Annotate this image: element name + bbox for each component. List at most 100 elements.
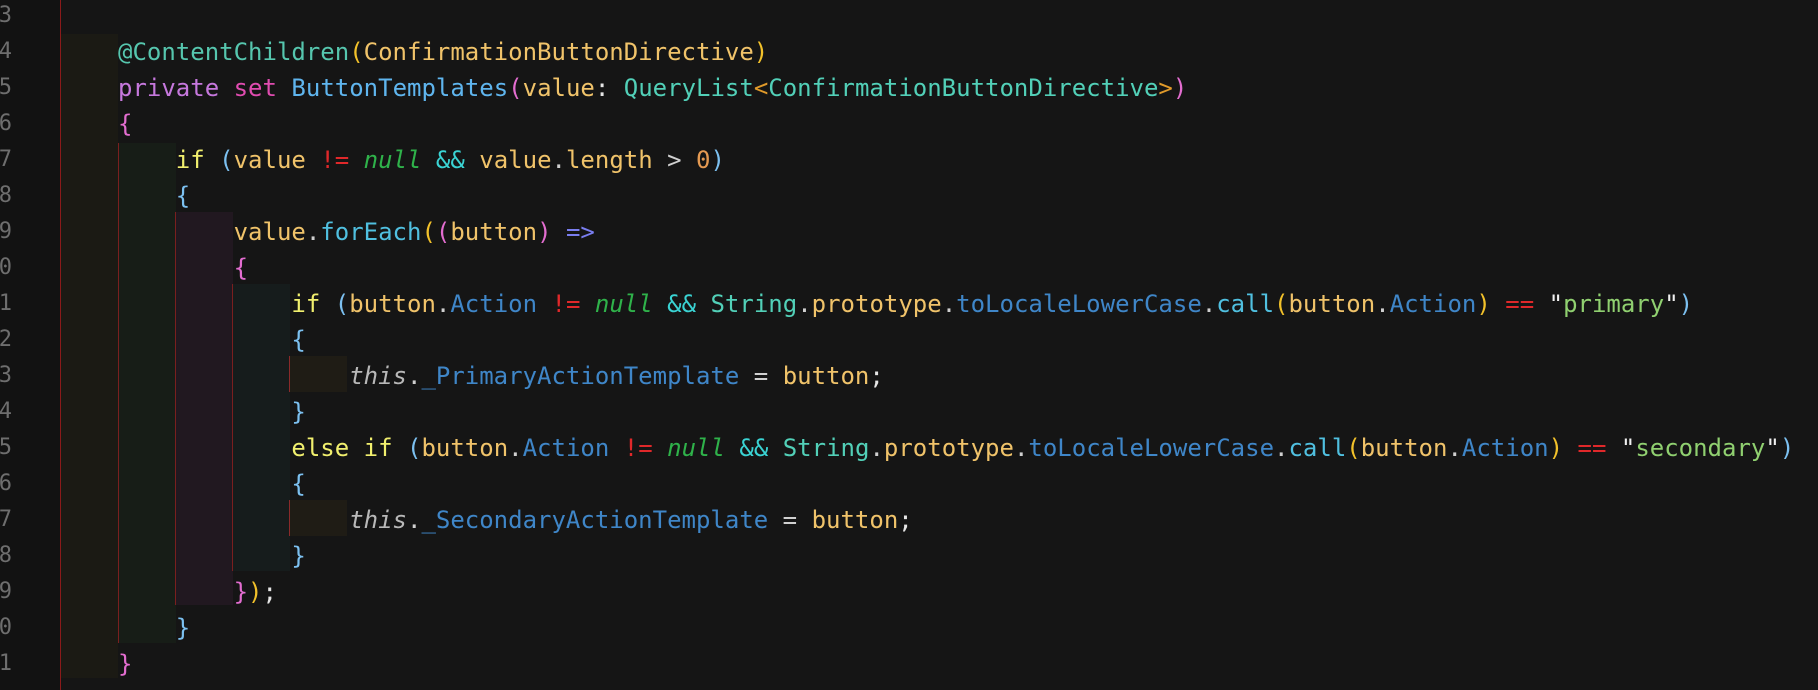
line-number: 7: [0, 507, 12, 532]
line-number: 6: [0, 111, 12, 136]
code-line[interactable]: if (button.Action != null && String.prot…: [118, 286, 1693, 322]
code-token: ;: [869, 362, 884, 390]
code-token: (: [435, 218, 451, 246]
code-line[interactable]: {: [118, 178, 190, 214]
code-token: ): [248, 578, 263, 606]
code-token: value: [522, 74, 595, 102]
code-token: }: [291, 398, 306, 426]
code-token: (: [407, 434, 422, 462]
code-token: !=: [551, 290, 581, 318]
code-line[interactable]: {: [118, 466, 306, 502]
code-token: }: [118, 650, 133, 678]
code-token: {: [291, 326, 306, 354]
code-token: (: [421, 218, 436, 246]
code-token: _SecondaryActionTemplate: [421, 506, 769, 534]
code-token: ): [1678, 290, 1694, 318]
code-token: ): [1548, 434, 1564, 462]
code-token: ;: [262, 578, 277, 606]
code-token: QueryList: [623, 74, 754, 102]
code-line[interactable]: {: [118, 322, 306, 358]
code-token: (: [334, 290, 350, 318]
line-number: 5: [0, 435, 12, 460]
code-token: }: [175, 614, 191, 642]
code-token: call: [1288, 434, 1347, 462]
code-line[interactable]: this._SecondaryActionTemplate = button;: [118, 502, 913, 538]
code-token: {: [291, 470, 306, 498]
code-token: button: [782, 362, 870, 390]
code-token: }: [291, 542, 306, 570]
code-line[interactable]: {: [118, 106, 132, 142]
code-line[interactable]: if (value != null && value.length > 0): [118, 142, 725, 178]
code-token: ButtonTemplates: [291, 74, 509, 102]
code-token: null: [594, 290, 653, 318]
code-token: Action: [1461, 434, 1549, 462]
code-editor[interactable]: 3456789012345678901 @ContentChildren(Con…: [0, 0, 1818, 690]
line-number: 4: [0, 399, 12, 424]
code-line[interactable]: @ContentChildren(ConfirmationButtonDirec…: [118, 34, 768, 70]
code-token: <: [753, 74, 769, 102]
code-token: ;: [898, 506, 913, 534]
code-token: toLocaleLowerCase: [1028, 434, 1275, 462]
code-token: 0: [696, 146, 711, 174]
line-number: 9: [0, 219, 12, 244]
code-token: ": [1548, 290, 1564, 318]
code-token: toLocaleLowerCase: [956, 290, 1202, 318]
code-token: ==: [1577, 434, 1607, 462]
code-token: ): [1172, 74, 1188, 102]
code-token: ): [537, 218, 552, 246]
code-token: ): [710, 146, 725, 174]
code-token: .: [1375, 290, 1390, 318]
code-line[interactable]: this._PrimaryActionTemplate = button;: [118, 358, 884, 394]
code-token: &&: [435, 146, 465, 174]
code-token: Action: [1389, 290, 1477, 318]
code-token: &&: [667, 290, 697, 318]
code-line[interactable]: value.forEach((button) =>: [118, 214, 595, 250]
code-token: null: [363, 146, 422, 174]
code-line[interactable]: });: [118, 574, 277, 610]
code-line[interactable]: private set ButtonTemplates(value: Query…: [118, 70, 1187, 106]
code-token: set: [233, 74, 277, 102]
code-line[interactable]: }: [118, 646, 132, 682]
code-token: (: [1346, 434, 1361, 462]
line-number: 6: [0, 471, 12, 496]
code-token: if: [291, 290, 321, 318]
code-token: button: [811, 506, 899, 534]
code-token: .: [406, 362, 422, 390]
code-line[interactable]: }: [118, 610, 190, 646]
code-line[interactable]: }: [118, 538, 306, 574]
code-token: .: [941, 290, 957, 318]
code-token: ==: [1505, 290, 1535, 318]
code-line[interactable]: else if (button.Action != null && String…: [118, 430, 1794, 466]
code-token: if: [175, 146, 205, 174]
code-token: >: [667, 146, 682, 174]
line-number: 5: [0, 75, 12, 100]
code-token: (: [349, 38, 364, 66]
line-number: 3: [0, 3, 12, 28]
code-token: String: [782, 434, 870, 462]
code-token: ConfirmationButtonDirective: [363, 38, 754, 66]
code-token: value: [479, 146, 552, 174]
line-number: 0: [0, 255, 12, 280]
line-number: 8: [0, 183, 12, 208]
code-line[interactable]: {: [118, 250, 248, 286]
line-number: 0: [0, 615, 12, 640]
code-line[interactable]: }: [118, 394, 306, 430]
code-token: .: [1447, 434, 1462, 462]
